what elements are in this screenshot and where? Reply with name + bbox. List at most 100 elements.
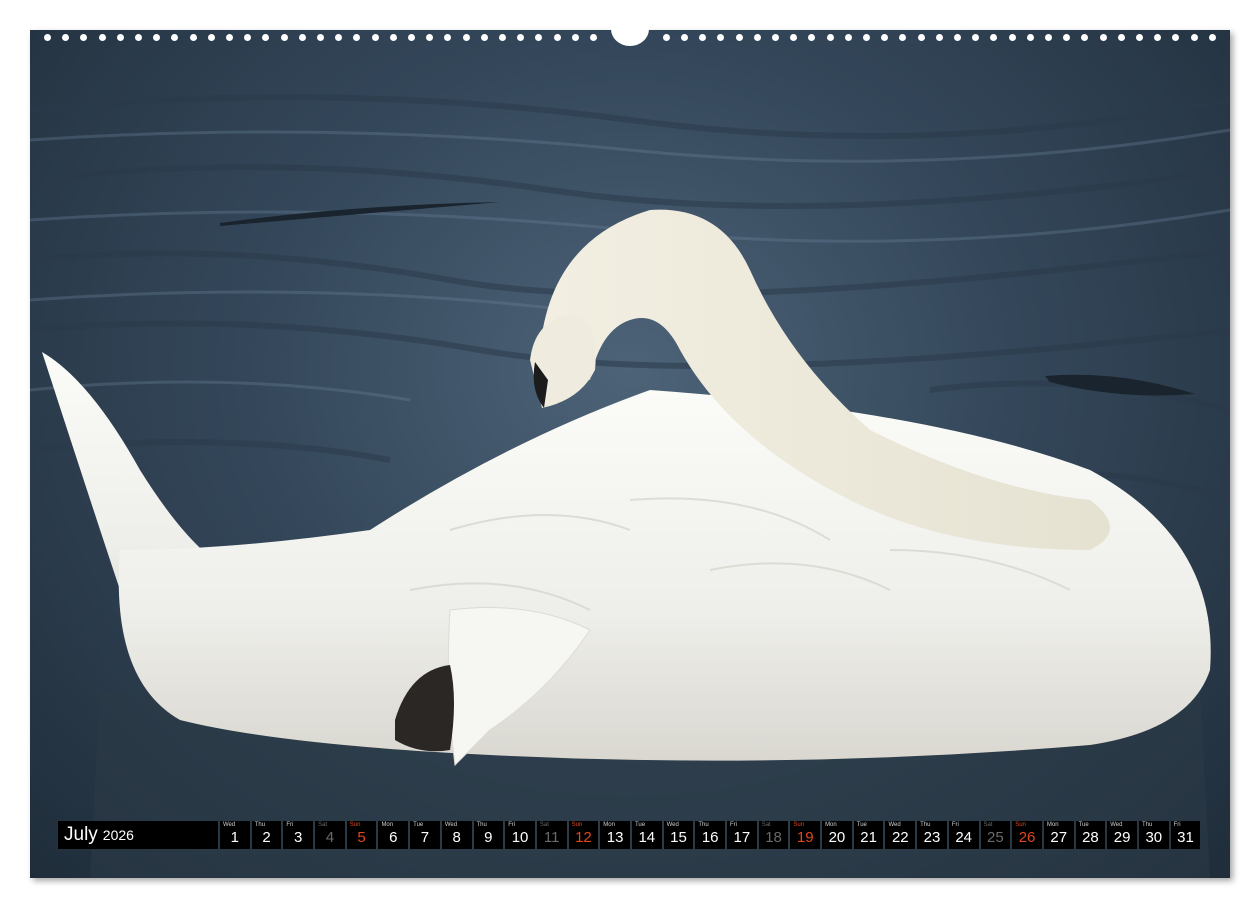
binding-hole bbox=[189, 34, 197, 41]
floating-twig bbox=[220, 202, 500, 226]
day-of-week: Sat bbox=[761, 822, 771, 828]
day-number: 22 bbox=[891, 829, 909, 846]
binding-hole bbox=[844, 34, 852, 41]
day-number: 14 bbox=[638, 829, 656, 846]
binding-hole bbox=[135, 34, 142, 41]
day-cell: Mon 13 bbox=[600, 821, 630, 849]
day-cell: Sun 5 bbox=[346, 821, 377, 849]
day-of-week: Tue bbox=[856, 822, 867, 828]
day-number: 23 bbox=[923, 829, 941, 846]
binding-hole bbox=[990, 34, 998, 41]
day-cell: Fri 24 bbox=[948, 821, 979, 849]
binding-hole bbox=[44, 34, 51, 41]
binding-hole bbox=[972, 34, 980, 41]
day-number: 29 bbox=[1113, 829, 1131, 846]
binding-hole bbox=[590, 34, 597, 41]
day-number: 24 bbox=[955, 829, 972, 846]
binding-hole bbox=[917, 34, 925, 41]
day-of-week: Sun bbox=[571, 822, 583, 828]
binding-hole bbox=[1008, 34, 1016, 41]
day-number: 12 bbox=[575, 829, 592, 846]
binding-hole bbox=[98, 34, 106, 41]
day-of-week: Wed bbox=[666, 822, 679, 828]
binding-hole bbox=[899, 34, 907, 41]
day-of-week: Wed bbox=[1110, 822, 1123, 828]
day-of-week: Tue bbox=[634, 822, 646, 828]
binding-hole bbox=[517, 34, 525, 41]
day-of-week: Sun bbox=[349, 822, 361, 828]
day-cell: Tue 14 bbox=[631, 821, 662, 849]
binding-hole bbox=[1099, 34, 1107, 41]
binding-hole bbox=[499, 34, 506, 41]
binding-hole bbox=[317, 34, 324, 41]
binding-hole bbox=[699, 34, 707, 41]
day-number: 2 bbox=[262, 829, 271, 846]
day-of-week: Fri bbox=[286, 822, 294, 828]
day-of-week: Wed bbox=[444, 822, 458, 828]
binding-hole bbox=[1117, 34, 1125, 41]
binding-hole bbox=[62, 34, 70, 41]
day-number: 6 bbox=[389, 829, 398, 846]
day-cells: Wed 1 Thu 2 Fri 3 Sat 4 Sun 5 Mon 6 Tue 7 Wed 8 Thu 9 Fri 1… bbox=[220, 821, 1201, 849]
binding-hole bbox=[1208, 34, 1216, 41]
day-cell: Tue 28 bbox=[1075, 821, 1106, 849]
day-number: 21 bbox=[860, 829, 877, 846]
binding-hole bbox=[1045, 34, 1052, 41]
hanger-hole bbox=[611, 12, 649, 46]
binding-hole bbox=[389, 34, 397, 41]
day-of-week: Mon bbox=[825, 822, 837, 828]
spiral-binding bbox=[30, 12, 1230, 46]
binding-hole bbox=[207, 34, 215, 41]
day-number: 27 bbox=[1050, 829, 1068, 846]
binding-hole bbox=[298, 34, 306, 41]
binding-hole bbox=[681, 34, 688, 41]
day-of-week: Fri bbox=[508, 822, 516, 828]
day-number: 3 bbox=[294, 829, 303, 846]
binding-hole bbox=[881, 34, 889, 41]
day-cell: Sat 11 bbox=[536, 821, 567, 849]
binding-hole bbox=[935, 34, 943, 41]
day-cell: Wed 1 bbox=[220, 821, 250, 849]
day-cell: Wed 8 bbox=[441, 821, 472, 849]
binding-hole bbox=[790, 34, 798, 41]
binding-hole bbox=[353, 34, 361, 41]
day-cell: Mon 27 bbox=[1043, 821, 1074, 849]
day-number: 31 bbox=[1177, 829, 1194, 846]
day-number: 30 bbox=[1145, 829, 1163, 846]
day-cell: Wed 15 bbox=[663, 821, 694, 849]
binding-hole bbox=[553, 34, 561, 41]
day-number: 25 bbox=[987, 829, 1004, 846]
day-cell: Tue 7 bbox=[410, 821, 440, 849]
binding-hole bbox=[226, 34, 233, 41]
day-of-week: Wed bbox=[888, 822, 901, 828]
day-of-week: Fri bbox=[730, 822, 737, 828]
binding-hole bbox=[1190, 34, 1198, 41]
day-number: 7 bbox=[420, 829, 430, 846]
day-cell: Fri 3 bbox=[283, 821, 314, 849]
day-cell: Wed 22 bbox=[885, 821, 916, 849]
day-of-week: Sun bbox=[793, 822, 805, 828]
day-cell: Sun 19 bbox=[790, 821, 821, 849]
day-of-week: Fri bbox=[951, 822, 959, 828]
day-of-week: Mon bbox=[1046, 822, 1059, 828]
day-cell: Thu 30 bbox=[1138, 821, 1169, 849]
day-cell: Fri 17 bbox=[727, 821, 757, 849]
day-of-week: Wed bbox=[223, 822, 236, 828]
day-number: 11 bbox=[543, 829, 560, 846]
binding-hole bbox=[444, 34, 452, 41]
day-of-week: Tue bbox=[1078, 822, 1089, 828]
day-of-week: Mon bbox=[603, 822, 615, 828]
day-cell: Mon 6 bbox=[378, 821, 409, 849]
month-label: July 2026 bbox=[58, 821, 218, 849]
floating-leaf bbox=[1045, 374, 1195, 396]
day-cell: Sun 12 bbox=[568, 821, 599, 849]
binding-hole bbox=[753, 34, 761, 41]
day-cell: Sun 26 bbox=[1012, 821, 1042, 849]
day-number: 1 bbox=[230, 829, 240, 846]
binding-hole bbox=[80, 34, 88, 41]
binding-hole bbox=[571, 34, 579, 41]
day-number: 5 bbox=[357, 829, 366, 846]
binding-hole bbox=[480, 34, 488, 41]
day-of-week: Thu bbox=[476, 822, 487, 828]
day-number: 4 bbox=[325, 829, 335, 846]
